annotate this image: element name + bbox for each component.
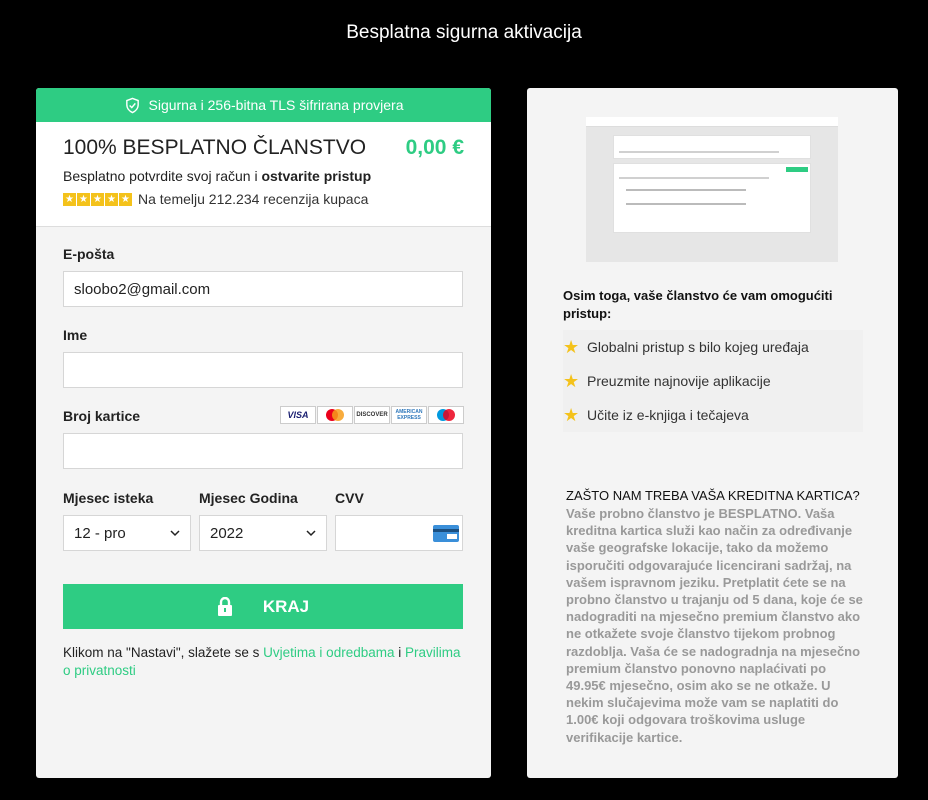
mastercard-icon — [317, 406, 353, 424]
amex-icon: AMERICAN EXPRESS — [391, 406, 427, 424]
star-icon: ★ — [105, 192, 118, 206]
cvv-label: CVV — [335, 490, 364, 506]
benefit-text: Preuzmite najnovije aplikacije — [587, 373, 771, 389]
star-icon: ★ — [91, 192, 104, 206]
star-icon: ★ — [563, 404, 580, 425]
why-card-title: ZAŠTO NAM TREBA VAŠA KREDITNA KARTICA? — [566, 488, 860, 503]
maestro-icon — [428, 406, 464, 424]
chevron-down-icon — [170, 530, 180, 537]
card-back-icon — [433, 525, 459, 542]
signup-form-card: Sigurna i 256-bitna TLS šifrirana provje… — [36, 88, 491, 778]
page-title: Besplatna sigurna aktivacija — [346, 22, 582, 43]
expiry-month-label: Mjesec isteka — [63, 490, 154, 506]
star-icon: ★ — [563, 336, 580, 357]
expiry-year-label: Mjesec Godina — [199, 490, 298, 506]
list-item: ★ Preuzmite najnovije aplikacije — [563, 364, 863, 398]
plan-subtitle: Besplatno potvrdite svoj račun i ostvari… — [63, 168, 464, 184]
expiry-year-select[interactable]: 2022 — [199, 515, 327, 551]
star-icon: ★ — [77, 192, 90, 206]
secure-banner: Sigurna i 256-bitna TLS šifrirana provje… — [36, 88, 491, 122]
plan-name: 100% BESPLATNO ČLANSTVO — [63, 136, 367, 159]
visa-icon: VISA — [280, 406, 316, 424]
secure-banner-text: Sigurna i 256-bitna TLS šifrirana provje… — [148, 97, 404, 113]
plan-subtitle-bold: ostvarite pristup — [261, 168, 372, 184]
shield-check-icon — [125, 97, 139, 113]
name-label: Ime — [63, 327, 88, 343]
email-field[interactable] — [63, 271, 463, 307]
submit-button[interactable]: KRAJ — [63, 584, 463, 629]
benefits-title: Osim toga, vaše članstvo će vam omogućit… — [563, 288, 833, 321]
plan-subtitle-text: Besplatno potvrdite svoj račun i — [63, 168, 262, 184]
benefit-text: Učite iz e-knjiga i tečajeva — [587, 407, 749, 423]
terms-text: Klikom na "Nastavi", slažete se s Uvjeti… — [63, 644, 463, 680]
rating-text: Na temelju 212.234 recenzija kupaca — [138, 191, 369, 207]
terms-prefix: Klikom na "Nastavi", slažete se s — [63, 645, 264, 660]
submit-label: KRAJ — [262, 596, 310, 616]
discover-icon: DISCOVER — [354, 406, 390, 424]
plan-price: 0,00 € — [405, 136, 464, 159]
terms-link[interactable]: Uvjetima i odredbama — [263, 645, 394, 660]
expiry-month-value: 12 - pro — [74, 524, 126, 542]
email-label: E-pošta — [63, 246, 115, 262]
why-card-text: Vaše probno članstvo je BESPLATNO. Vaša … — [566, 506, 863, 745]
name-field[interactable] — [63, 352, 463, 388]
plan-summary: 100% BESPLATNO ČLANSTVO 0,00 € Besplatno… — [36, 122, 491, 227]
list-item: ★ Globalni pristup s bilo kojeg uređaja — [563, 330, 863, 364]
benefits-card: Osim toga, vaše članstvo će vam omogućit… — [527, 88, 898, 778]
cvv-field[interactable] — [335, 515, 463, 551]
expiry-year-value: 2022 — [210, 524, 244, 542]
star-icon: ★ — [563, 370, 580, 391]
terms-mid: i — [394, 645, 405, 660]
expiry-month-select[interactable]: 12 - pro — [63, 515, 191, 551]
app-preview-image — [586, 117, 838, 262]
benefits-list: ★ Globalni pristup s bilo kojeg uređaja … — [563, 330, 863, 432]
chevron-down-icon — [306, 530, 316, 537]
benefit-text: Globalni pristup s bilo kojeg uređaja — [587, 339, 809, 355]
star-icon: ★ — [63, 192, 76, 206]
list-item: ★ Učite iz e-knjiga i tečajeva — [563, 398, 863, 432]
card-number-field[interactable] — [63, 433, 463, 469]
card-number-label: Broj kartice — [63, 408, 141, 424]
rating-stars: ★ ★ ★ ★ ★ — [63, 192, 132, 206]
lock-icon — [217, 597, 232, 616]
rating-row: ★ ★ ★ ★ ★ Na temelju 212.234 recenzija k… — [63, 191, 464, 207]
card-brand-logos: VISA DISCOVER AMERICAN EXPRESS — [280, 406, 464, 424]
star-icon: ★ — [119, 192, 132, 206]
